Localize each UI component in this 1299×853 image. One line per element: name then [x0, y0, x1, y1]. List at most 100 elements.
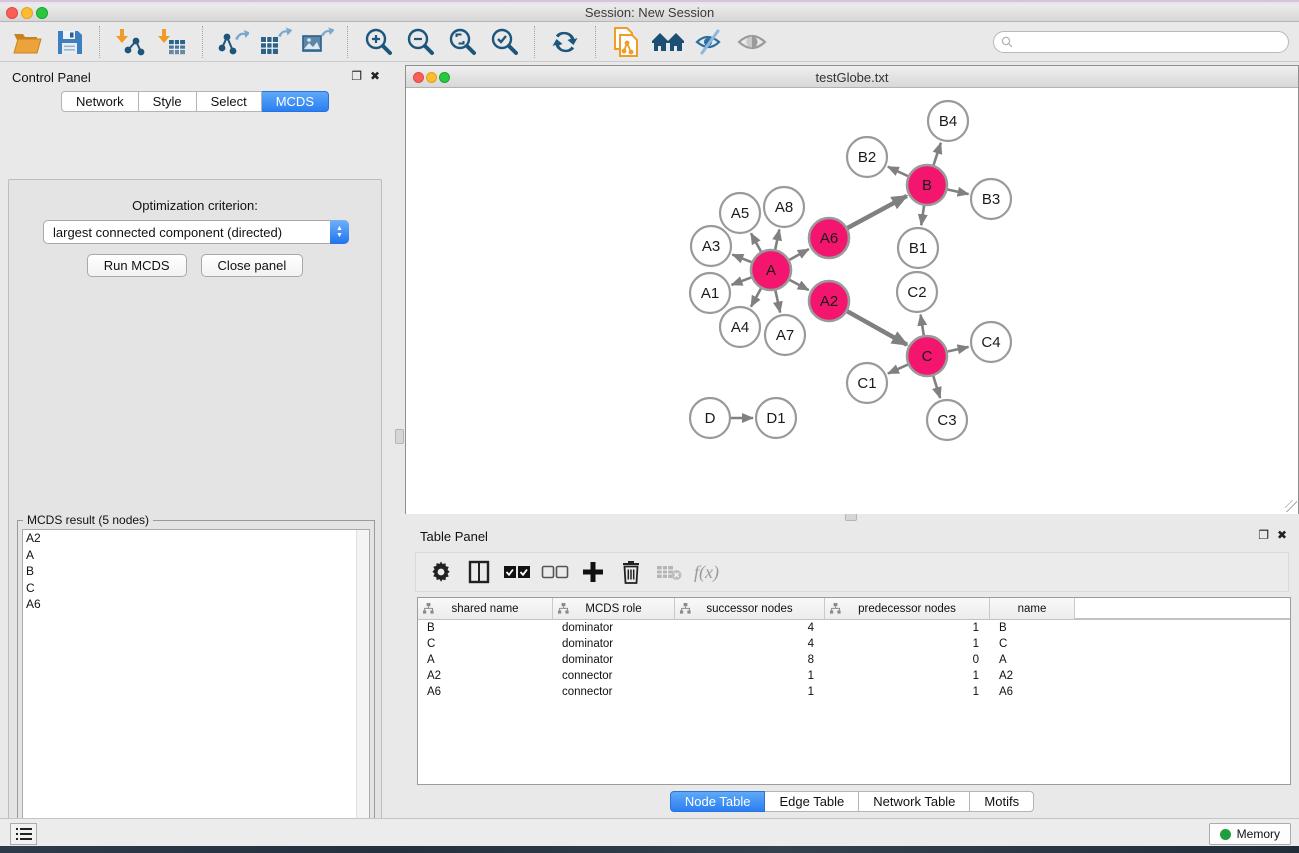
edge-B-B2[interactable] — [888, 167, 908, 176]
graph-node-A6[interactable]: A6 — [809, 218, 849, 258]
edge-A-A7[interactable] — [775, 291, 780, 313]
export-image-icon[interactable] — [296, 26, 338, 58]
edge-A-A2[interactable] — [790, 280, 809, 290]
zoom-in-icon[interactable] — [357, 26, 399, 58]
table-row[interactable]: A2connector11A2 — [418, 668, 1290, 684]
graph-node-C3[interactable]: C3 — [927, 400, 967, 440]
graph-node-B4[interactable]: B4 — [928, 101, 968, 141]
run-mcds-button[interactable]: Run MCDS — [87, 254, 187, 277]
edge-C-C3[interactable] — [933, 376, 940, 398]
tab-select[interactable]: Select — [197, 91, 262, 112]
import-network-icon[interactable] — [109, 26, 151, 58]
horizontal-splitter-handle[interactable] — [845, 513, 857, 521]
graph-node-A2[interactable]: A2 — [809, 281, 849, 321]
network-file-icon[interactable] — [605, 26, 647, 58]
show-columns-icon[interactable] — [462, 556, 495, 588]
graph-node-C1[interactable]: C1 — [847, 363, 887, 403]
zoom-out-icon[interactable] — [399, 26, 441, 58]
save-session-icon[interactable] — [48, 26, 90, 58]
float-panel-icon[interactable]: ❐ — [1258, 529, 1269, 541]
tab-style[interactable]: Style — [139, 91, 197, 112]
unselect-all-icon[interactable] — [538, 556, 571, 588]
graph-node-A7[interactable]: A7 — [765, 315, 805, 355]
hide-selected-icon[interactable] — [689, 26, 731, 58]
graph-node-A1[interactable]: A1 — [690, 273, 730, 313]
show-all-icon[interactable] — [731, 26, 773, 58]
graph-node-C[interactable]: C — [907, 336, 947, 376]
zoom-fit-icon[interactable] — [441, 26, 483, 58]
edge-C-C4[interactable] — [948, 347, 969, 352]
edge-A-A6[interactable] — [789, 249, 808, 260]
vertical-splitter-handle[interactable] — [395, 429, 404, 444]
edge-A-A1[interactable] — [732, 277, 752, 284]
table-row[interactable]: Bdominator41B — [418, 620, 1290, 636]
svg-text:D: D — [705, 410, 716, 427]
settings-gear-icon[interactable] — [424, 556, 457, 588]
edge-A2-C[interactable] — [847, 311, 907, 344]
import-table-icon[interactable] — [151, 26, 193, 58]
search-box[interactable] — [993, 31, 1289, 53]
edge-B-B4[interactable] — [934, 143, 941, 165]
tab-network-table[interactable]: Network Table — [859, 791, 970, 812]
close-panel-button[interactable]: Close panel — [201, 254, 304, 277]
edge-A-A4[interactable] — [751, 288, 761, 306]
add-row-icon[interactable] — [576, 556, 609, 588]
tab-network[interactable]: Network — [61, 91, 139, 112]
table-row[interactable]: Cdominator41C — [418, 636, 1290, 652]
network-window-titlebar[interactable]: testGlobe.txt — [406, 66, 1298, 88]
tab-edge-table[interactable]: Edge Table — [765, 791, 859, 812]
edge-A-A8[interactable] — [775, 230, 779, 250]
edge-B-B3[interactable] — [948, 189, 969, 194]
graph-node-B2[interactable]: B2 — [847, 137, 887, 177]
column-header-predecessor-nodes[interactable]: predecessor nodes — [825, 598, 990, 619]
select-all-icon[interactable] — [500, 556, 533, 588]
open-file-icon[interactable] — [6, 26, 48, 58]
graph-node-A4[interactable]: A4 — [720, 307, 760, 347]
tab-motifs[interactable]: Motifs — [970, 791, 1034, 812]
mcds-result-list[interactable]: A2ABCA6 — [22, 529, 370, 853]
resize-grip-icon[interactable] — [1285, 500, 1297, 512]
column-header-MCDS-role[interactable]: MCDS role — [553, 598, 675, 619]
task-history-button[interactable] — [10, 823, 37, 845]
graph-node-A5[interactable]: A5 — [720, 193, 760, 233]
graph-node-B3[interactable]: B3 — [971, 179, 1011, 219]
graph-node-C4[interactable]: C4 — [971, 322, 1011, 362]
close-panel-icon[interactable]: ✖ — [1277, 529, 1287, 541]
tab-mcds[interactable]: MCDS — [262, 91, 329, 112]
search-input[interactable] — [1017, 33, 1288, 51]
graph-node-A[interactable]: A — [751, 250, 791, 290]
delete-row-icon[interactable] — [614, 556, 647, 588]
column-header-successor-nodes[interactable]: successor nodes — [675, 598, 825, 619]
edge-A-A5[interactable] — [751, 233, 761, 251]
criterion-dropdown[interactable]: largest connected component (directed) ▲… — [43, 220, 349, 244]
graph-node-B[interactable]: B — [907, 165, 947, 205]
svg-text:B1: B1 — [909, 240, 927, 257]
export-table-icon[interactable] — [254, 26, 296, 58]
network-canvas[interactable]: B4 B2 B B3 A8A5 A6 A3 B1 A A1 C2 A2 A4A7 C4 C C1 C3 D D1 — [406, 88, 1298, 514]
graph-node-D[interactable]: D — [690, 398, 730, 438]
edge-A-A3[interactable] — [732, 255, 751, 263]
close-panel-icon[interactable]: ✖ — [370, 70, 380, 82]
scrollbar-track[interactable] — [356, 530, 369, 853]
edge-B-B1[interactable] — [921, 206, 924, 225]
edge-C-C2[interactable] — [921, 315, 924, 336]
float-panel-icon[interactable]: ❐ — [351, 70, 362, 82]
edge-C-C1[interactable] — [888, 365, 908, 374]
table-row[interactable]: A6connector11A6 — [418, 684, 1290, 700]
graph-node-B1[interactable]: B1 — [898, 228, 938, 268]
delete-table-icon[interactable] — [652, 556, 685, 588]
graph-node-A3[interactable]: A3 — [691, 226, 731, 266]
tab-node-table[interactable]: Node Table — [670, 791, 766, 812]
graph-node-D1[interactable]: D1 — [756, 398, 796, 438]
memory-button[interactable]: Memory — [1209, 823, 1291, 845]
column-header-shared-name[interactable]: shared name — [418, 598, 553, 619]
refresh-icon[interactable] — [544, 26, 586, 58]
zoom-selected-icon[interactable] — [483, 26, 525, 58]
column-header-name[interactable]: name — [990, 598, 1075, 619]
graph-node-C2[interactable]: C2 — [897, 272, 937, 312]
table-row[interactable]: Adominator80A — [418, 652, 1290, 668]
graph-node-A8[interactable]: A8 — [764, 187, 804, 227]
houses-icon[interactable] — [647, 26, 689, 58]
edge-A6-B[interactable] — [847, 196, 906, 228]
export-network-icon[interactable] — [212, 26, 254, 58]
